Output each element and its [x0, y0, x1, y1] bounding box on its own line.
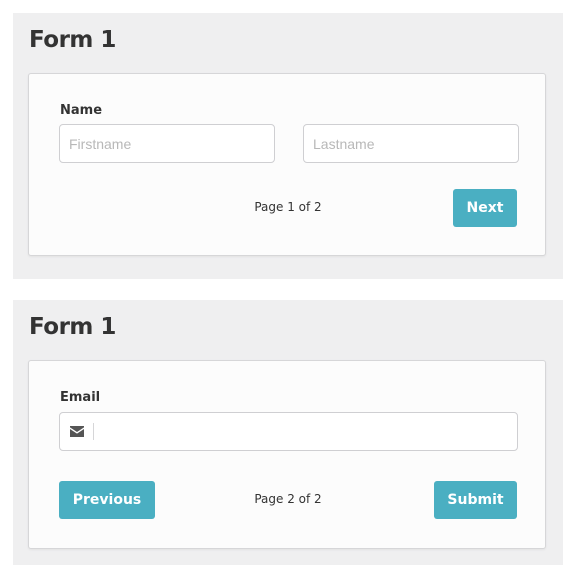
email-input-group [59, 412, 518, 451]
email-input[interactable] [96, 413, 514, 450]
form-card: Email Page 2 of 2 Previous Submit [28, 360, 546, 549]
next-button[interactable]: Next [453, 189, 517, 227]
form-title: Form 1 [29, 314, 116, 340]
form-title: Form 1 [29, 27, 116, 53]
previous-button[interactable]: Previous [59, 481, 155, 519]
lastname-input[interactable] [303, 124, 519, 163]
form-card: Name Page 1 of 2 Next [28, 73, 546, 256]
envelope-icon [60, 413, 94, 450]
firstname-input[interactable] [59, 124, 275, 163]
form-page-2-panel: Form 1 Email Page 2 of 2 Previous Submit [13, 300, 563, 565]
email-label: Email [60, 390, 101, 405]
form-page-1-panel: Form 1 Name Page 1 of 2 Next [13, 13, 563, 279]
name-label: Name [60, 103, 103, 118]
submit-button[interactable]: Submit [434, 481, 517, 519]
